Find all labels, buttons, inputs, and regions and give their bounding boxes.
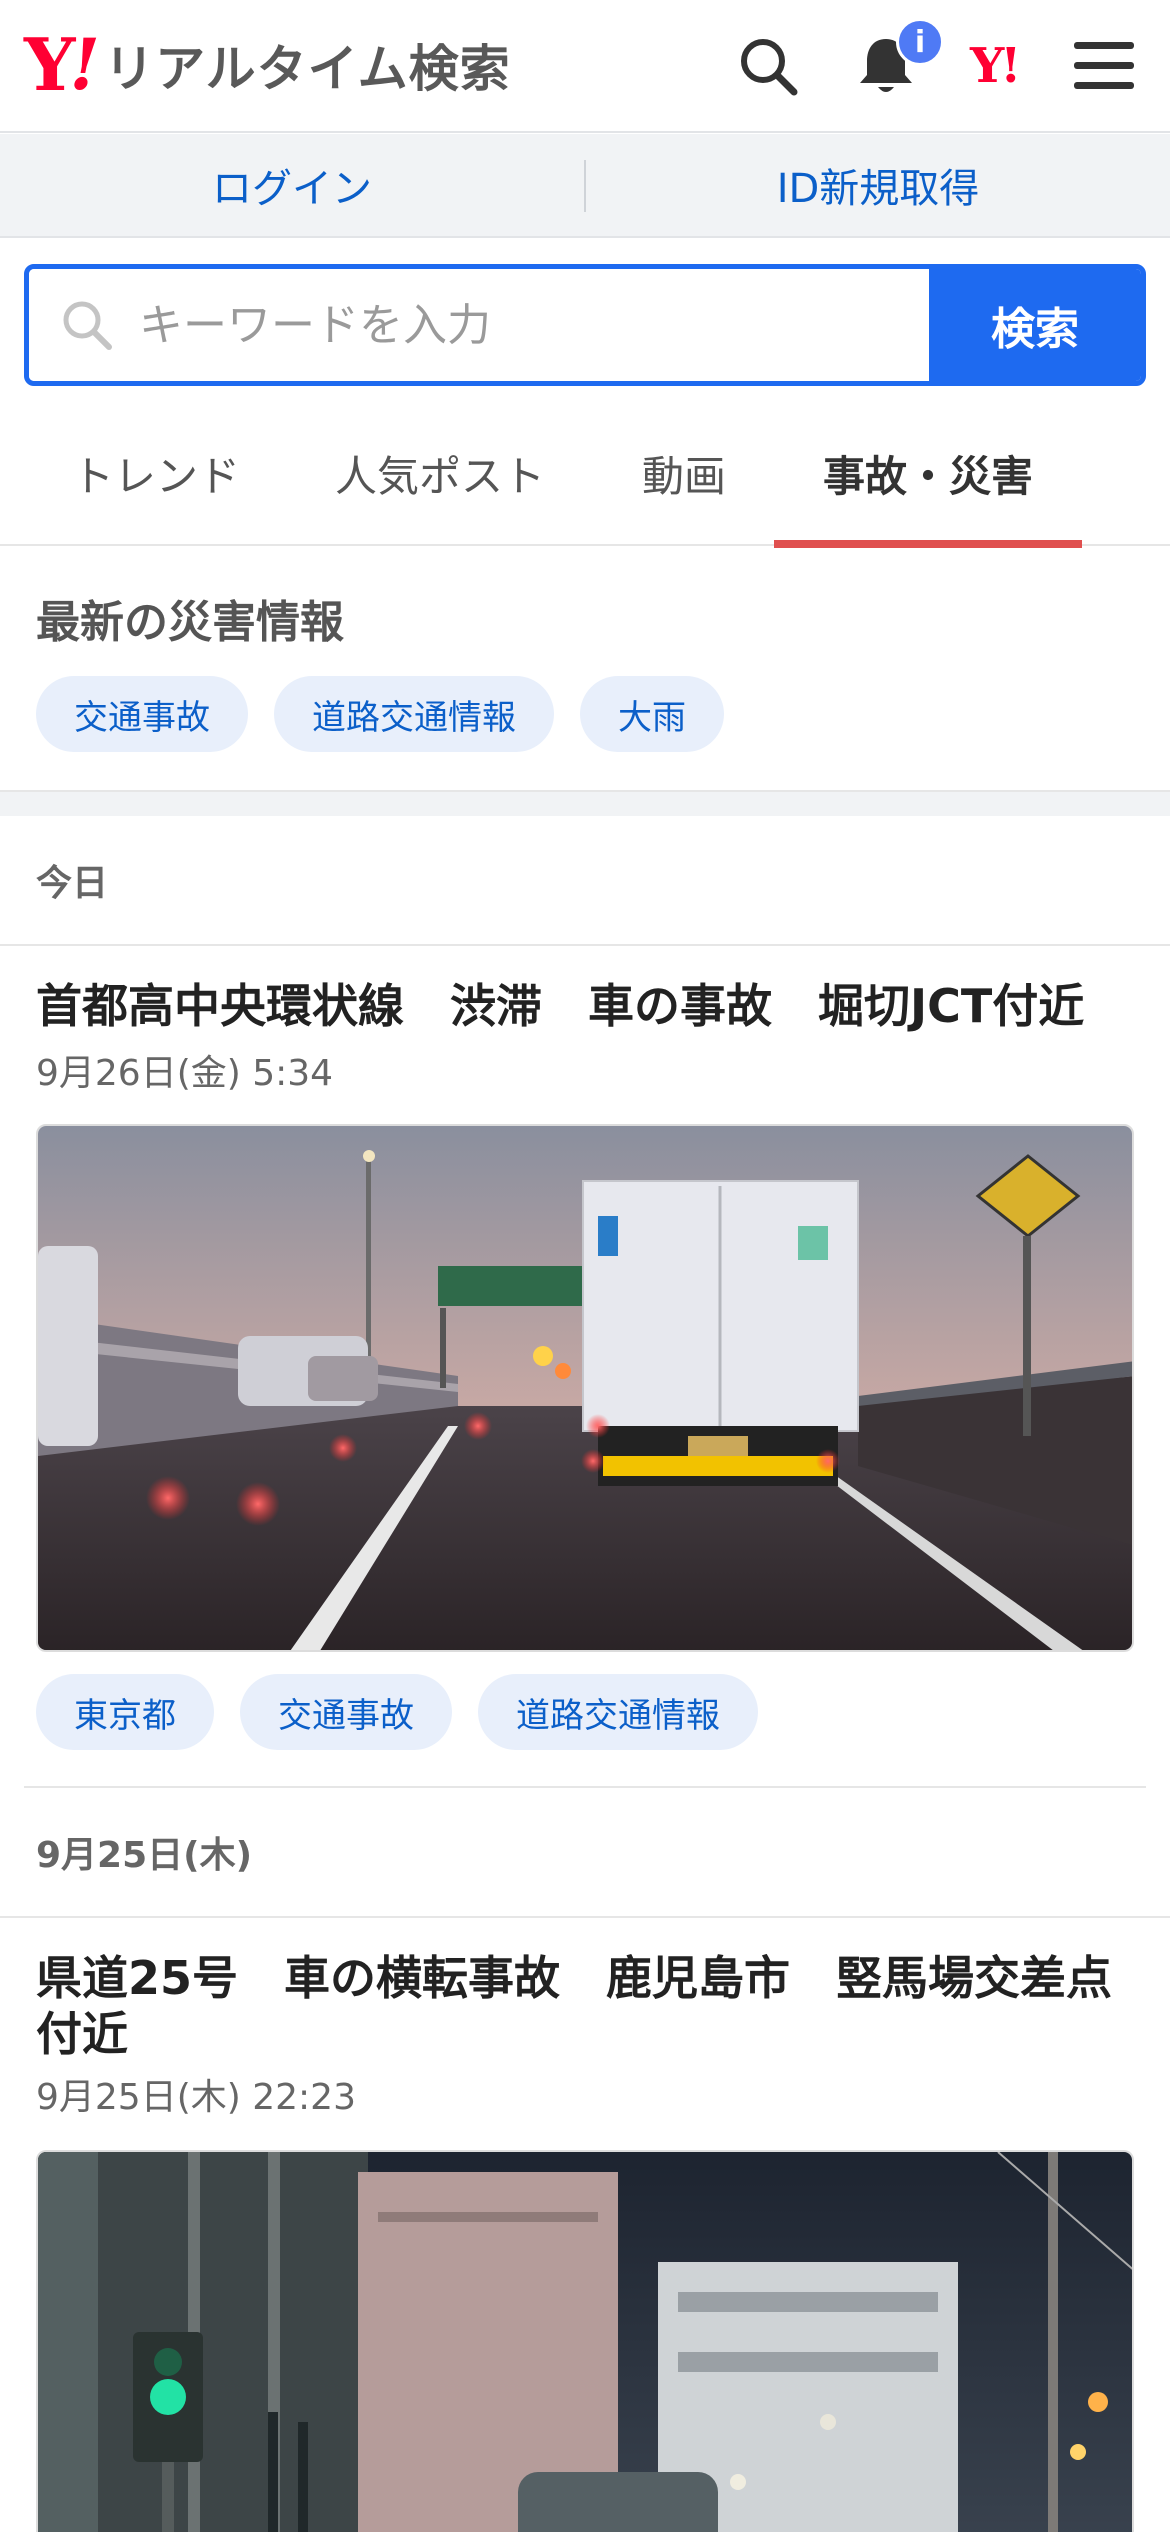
- login-bar: ログイン ID新規取得: [0, 134, 1170, 238]
- article-photo-highway[interactable]: [36, 1124, 1134, 1652]
- register-link[interactable]: ID新規取得: [586, 134, 1170, 236]
- tab-trend[interactable]: トレンド: [40, 400, 272, 546]
- disaster-chips: 交通事故 道路交通情報 大雨: [36, 676, 724, 752]
- tab-accidents-disasters[interactable]: 事故・災害: [774, 400, 1082, 548]
- yahoo-logo-icon[interactable]: Y!: [970, 36, 1021, 96]
- tab-popular-posts[interactable]: 人気ポスト: [318, 400, 562, 546]
- hamburger-menu-icon[interactable]: [1068, 30, 1140, 102]
- login-link[interactable]: ログイン: [0, 134, 584, 236]
- notification-badge: i: [896, 18, 944, 66]
- logo-exclaim: !: [69, 23, 101, 106]
- search-box: 検索: [24, 264, 1146, 386]
- chip-road-traffic-info[interactable]: 道路交通情報: [274, 676, 554, 752]
- search-field-icon: [63, 301, 112, 350]
- category-tabs: トレンド 人気ポスト 動画 事故・災害: [0, 400, 1170, 548]
- article-time: 9月25日(木) 22:23: [36, 2077, 356, 2118]
- article-chips: 東京都 交通事故 道路交通情報: [36, 1674, 758, 1750]
- yahoo-realtime-logo[interactable]: Y! リアルタイム検索: [24, 22, 511, 107]
- article-photo-night-street[interactable]: [36, 2150, 1134, 2532]
- chip-heavy-rain[interactable]: 大雨: [580, 676, 724, 752]
- search-button[interactable]: 検索: [929, 269, 1141, 381]
- logo-text: リアルタイム検索: [104, 40, 511, 98]
- date-header-sept25: 9月25日(木): [0, 1788, 1170, 1918]
- disaster-info-title: 最新の災害情報: [36, 597, 344, 648]
- section-separator: [0, 790, 1170, 816]
- chip-tokyo[interactable]: 東京都: [36, 1674, 214, 1750]
- search-field: [29, 269, 939, 381]
- app-header: Y! リアルタイム検索 i Y!: [0, 0, 1170, 133]
- article-title[interactable]: 首都高中央環状線 渋滞 車の事故 堀切JCT付近: [36, 978, 1136, 1034]
- tab-video[interactable]: 動画: [612, 400, 756, 546]
- chip-traffic-accident[interactable]: 交通事故: [36, 676, 248, 752]
- search-input[interactable]: [139, 269, 939, 381]
- article-time: 9月26日(金) 5:34: [36, 1053, 334, 1094]
- chip-traffic-accident[interactable]: 交通事故: [240, 1674, 452, 1750]
- chip-road-traffic-info[interactable]: 道路交通情報: [478, 1674, 758, 1750]
- logo-mark: Y: [24, 22, 75, 107]
- search-icon[interactable]: [732, 30, 804, 102]
- article-title[interactable]: 県道25号 車の横転事故 鹿児島市 竪馬場交差点付近: [36, 1950, 1136, 2062]
- date-header-today: 今日: [0, 816, 1170, 946]
